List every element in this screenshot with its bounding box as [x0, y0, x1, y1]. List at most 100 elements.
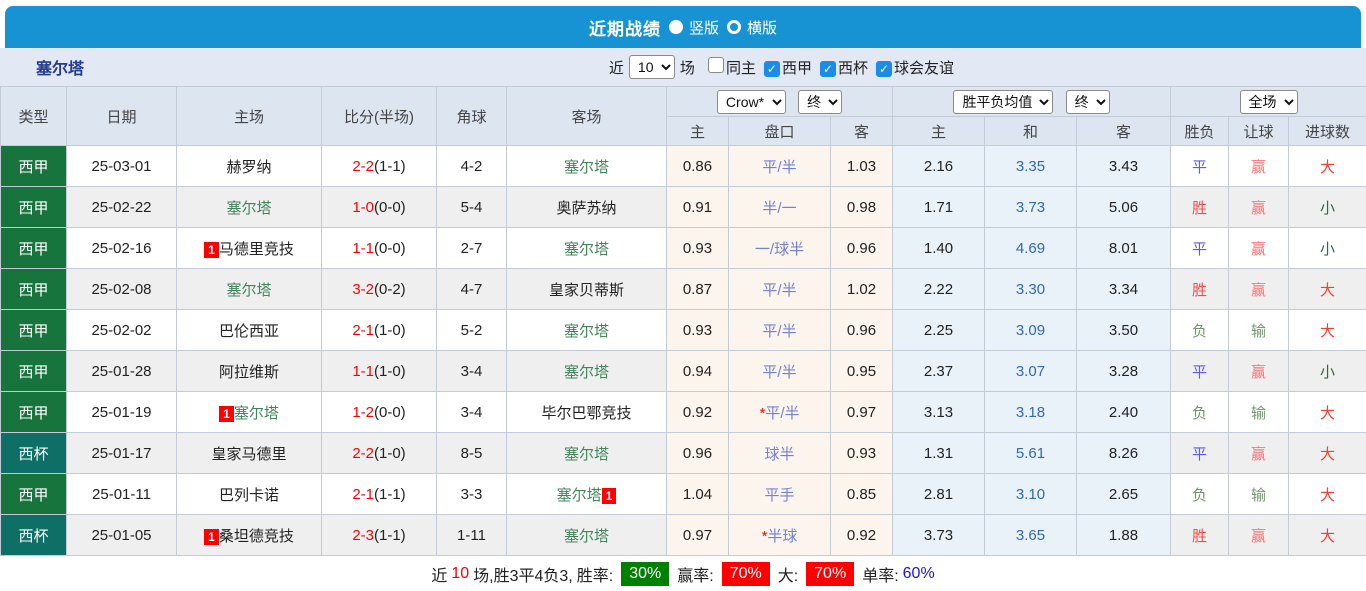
handicap-label: 球半 — [764, 445, 795, 463]
handicap-label: 半/一 — [762, 199, 797, 217]
avg-draw-cell: 3.73 — [984, 186, 1078, 228]
match-date-cell: 25-02-16 — [66, 227, 177, 269]
odds-away-cell: 1.03 — [829, 145, 894, 187]
checkbox-label[interactable]: 同主 — [726, 60, 756, 77]
col-header-score: 比分(半场) — [321, 86, 437, 146]
results-body: 西甲 25-03-01 赫罗纳 2-2(1-1) 4-2 塞尔塔 0.86 平/半 1.03 2.… — [0, 145, 1366, 556]
team-label: 巴列卡诺 — [218, 486, 279, 504]
score-cell: 1-2(0-0) — [321, 391, 437, 433]
avg-away-cell: 3.28 — [1076, 350, 1172, 392]
handicap-cell: 球半 — [728, 432, 831, 474]
team-label: 塞尔塔 — [563, 240, 609, 258]
avg-away-cell: 3.50 — [1076, 309, 1172, 351]
match-row: 西甲 25-02-16 1 马德里竞技 1-1(0-0) 2-7 塞尔塔 0.93 一/球半 0.… — [0, 227, 1366, 269]
avg-home-cell: 2.37 — [892, 350, 986, 392]
big-rate-label: 大: — [777, 568, 799, 585]
match-type-cell: 西甲 — [0, 145, 67, 187]
odds-source-select[interactable]: Crow* — [716, 89, 786, 114]
outcome-cell: 负 — [1170, 473, 1230, 515]
handicap-result-cell: 赢 — [1228, 432, 1290, 474]
checkbox-label[interactable]: 西杯 — [838, 60, 868, 77]
team-label: 塞尔塔 — [563, 322, 609, 340]
layout-radio-horizontal[interactable]: 横版 — [727, 17, 777, 38]
avg-type-select[interactable]: 胜平负均值 — [953, 89, 1054, 114]
handicap-result-cell: 输 — [1228, 391, 1290, 433]
layout-radio-vertical[interactable]: 竖版 — [668, 17, 719, 38]
odds-home-cell: 0.87 — [666, 268, 729, 310]
outcome-cell: 平 — [1170, 145, 1230, 187]
odds-away-cell: 0.92 — [829, 514, 894, 556]
avg-away-cell: 8.26 — [1076, 432, 1172, 474]
checkbox-西杯[interactable]: ✓ — [819, 60, 836, 77]
odds-select-group: Crow* 终 — [665, 86, 894, 117]
handicap-label: 半球 — [767, 527, 798, 545]
col-header-type: 类型 — [0, 86, 67, 146]
corner-cell: 3-3 — [436, 473, 507, 515]
halftime-score: (0-0) — [374, 198, 406, 216]
goals-cell: 大 — [1288, 391, 1366, 433]
home-team-cell: 赫罗纳 — [176, 145, 322, 187]
checkbox-label[interactable]: 西甲 — [782, 60, 812, 77]
fulltime-score: 2-3 — [352, 526, 374, 544]
checkbox-label[interactable]: 球会友谊 — [894, 60, 954, 77]
halftime-score: (0-0) — [374, 403, 406, 421]
handicap-label: 平/半 — [762, 322, 797, 340]
halftime-score: (1-0) — [374, 362, 406, 380]
red-card-badge: 1 — [204, 528, 219, 545]
handicap-result-cell: 输 — [1228, 309, 1290, 351]
outcome-cell: 平 — [1170, 350, 1230, 392]
goals-cell: 大 — [1288, 309, 1366, 351]
match-type-cell: 西甲 — [0, 309, 67, 351]
scope-select[interactable]: 全场 — [1239, 89, 1298, 114]
score-cell: 1-0(0-0) — [321, 186, 437, 228]
recent-count-select[interactable]: 10 — [628, 55, 675, 79]
goals-cell: 大 — [1288, 514, 1366, 556]
avg-home-cell: 3.13 — [892, 391, 986, 433]
avg-away-cell: 3.43 — [1076, 145, 1172, 187]
checkbox-球会友谊[interactable]: ✓ — [875, 60, 892, 77]
page: 近期战绩 竖版 横版 塞尔塔 近 10 场 同主 ✓ 西甲 ✓ 西杯 ✓ 球会友谊 — [0, 0, 1366, 591]
checkbox-同主[interactable] — [707, 56, 724, 73]
odds-home-cell: 1.04 — [666, 473, 729, 515]
home-team-cell: 1 马德里竞技 — [176, 227, 322, 269]
corner-cell: 3-4 — [436, 350, 507, 392]
handicap-cell: 平/半 — [728, 268, 831, 310]
odds-home-cell: 0.86 — [666, 145, 729, 187]
checkbox-西甲[interactable]: ✓ — [763, 60, 780, 77]
away-team-cell: 奥萨苏纳 — [506, 186, 667, 228]
home-team-cell: 塞尔塔 — [176, 186, 322, 228]
fulltime-score: 1-2 — [352, 403, 374, 421]
away-team-cell: 塞尔塔 1 — [506, 473, 667, 515]
outcome-cell: 平 — [1170, 432, 1230, 474]
home-team-cell: 巴列卡诺 — [176, 473, 322, 515]
avg-draw-cell: 3.18 — [984, 391, 1078, 433]
home-team-cell: 1 塞尔塔 — [176, 391, 322, 433]
team-label: 桑坦德竞技 — [218, 527, 294, 545]
handicap-result-cell: 赢 — [1228, 350, 1290, 392]
avg-stage-select[interactable]: 终 — [1065, 89, 1110, 114]
match-date-cell: 25-01-17 — [66, 432, 177, 474]
corner-cell: 5-2 — [436, 309, 507, 351]
handicap-cell: *半球 — [728, 514, 831, 556]
avg-draw-cell: 3.07 — [984, 350, 1078, 392]
filter-bar: 塞尔塔 近 10 场 同主 ✓ 西甲 ✓ 西杯 ✓ 球会友谊 — [0, 48, 1366, 86]
match-row: 西甲 25-03-01 赫罗纳 2-2(1-1) 4-2 塞尔塔 0.86 平/半 1.03 2.… — [0, 145, 1366, 187]
avg-home-cell: 2.81 — [892, 473, 986, 515]
avg-draw-cell: 3.10 — [984, 473, 1078, 515]
odds-home-cell: 0.96 — [666, 432, 729, 474]
outcome-cell: 胜 — [1170, 514, 1230, 556]
subcol-avg-away: 客 — [1076, 116, 1172, 146]
score-cell: 2-1(1-1) — [321, 473, 437, 515]
col-header-date: 日期 — [66, 86, 177, 146]
subcol-avg-home: 主 — [892, 116, 986, 146]
corner-cell: 2-7 — [436, 227, 507, 269]
handicap-label: 平/半 — [762, 158, 797, 176]
halftime-score: (0-0) — [374, 239, 406, 257]
avg-draw-cell: 3.09 — [984, 309, 1078, 351]
handicap-result-cell: 赢 — [1228, 186, 1290, 228]
odds-stage-select[interactable]: 终 — [798, 89, 843, 114]
radio-selected-icon[interactable] — [668, 20, 683, 34]
halftime-score: (1-0) — [374, 444, 406, 462]
radio-unselected-icon[interactable] — [727, 20, 741, 34]
avg-away-cell: 2.65 — [1076, 473, 1172, 515]
